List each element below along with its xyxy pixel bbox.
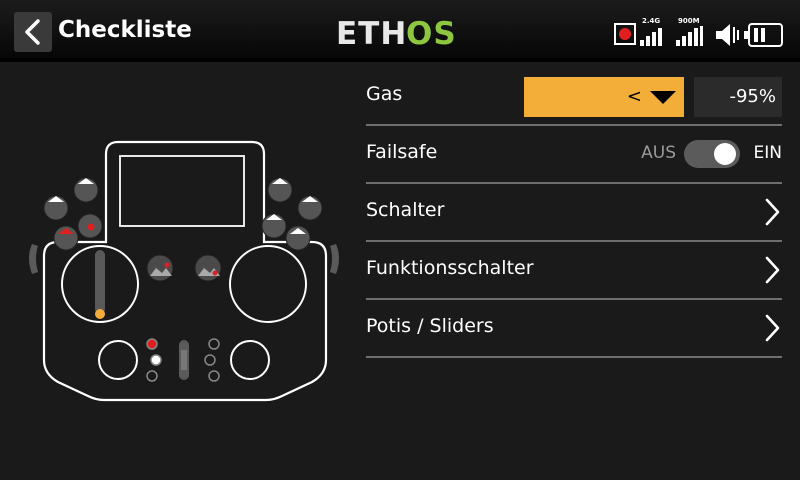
chevron-right-icon (765, 198, 780, 226)
row-failsafe: Failsafe AUS EIN (366, 126, 782, 184)
right-side-button (330, 244, 339, 274)
switch-sd (53, 225, 79, 251)
ethos-logo: ETH OS (336, 16, 457, 48)
gas-value-text: -95% (729, 86, 776, 107)
top-bar: Checkliste ETH OS 2.4G 900M (0, 0, 800, 62)
right-gimbal (229, 245, 307, 323)
throttle-track (95, 250, 105, 314)
gas-value-field[interactable]: -95% (694, 77, 782, 117)
switch-sa (73, 177, 99, 203)
row-funktionsschalter[interactable]: Funktionsschalter (366, 242, 782, 300)
chevron-right-icon (765, 314, 780, 342)
throttle-position-dot (95, 309, 105, 319)
failsafe-toggle[interactable] (684, 140, 740, 168)
row-gas: Gas < -95% (366, 68, 782, 126)
gas-condition-value: < (626, 86, 642, 107)
gas-label: Gas (366, 83, 403, 105)
row-potis-sliders[interactable]: Potis / Sliders (366, 300, 782, 358)
pot-right (194, 254, 222, 282)
rssi-24-label: 2.4G (642, 17, 661, 25)
right-trim-wheel (230, 340, 270, 380)
radio-illustration (29, 140, 339, 402)
switch-sc (77, 213, 103, 239)
signal-900m-icon (676, 26, 703, 46)
funktionsschalter-label: Funktionsschalter (366, 257, 534, 279)
back-button[interactable] (14, 12, 52, 52)
page-title: Checkliste (58, 17, 192, 43)
toggle-on-label: EIN (753, 143, 782, 163)
status-icons: 2.4G 900M (612, 14, 792, 50)
pot-left (146, 254, 174, 282)
header-divider (0, 58, 800, 62)
row-schalter[interactable]: Schalter (366, 184, 782, 242)
toggle-off-label: AUS (641, 143, 676, 163)
toggle-knob (714, 143, 736, 165)
logo-text-green: OS (406, 16, 457, 48)
potis-sliders-label: Potis / Sliders (366, 315, 494, 337)
gas-condition-select[interactable]: < (524, 77, 684, 117)
chevron-right-icon (765, 256, 780, 284)
signal-2-4g-icon (640, 28, 662, 46)
radio-screen (119, 155, 245, 227)
logo-text-white: ETH (336, 16, 407, 48)
switch-se (267, 177, 293, 203)
left-trim-wheel (98, 340, 138, 380)
center-slider-knob (181, 350, 187, 370)
switch-sh (285, 225, 311, 251)
dropdown-arrow-icon (650, 91, 676, 104)
speaker-icon (716, 24, 739, 46)
battery-icon (744, 23, 783, 47)
switch-sb (43, 195, 69, 221)
left-3pos-indicator (146, 338, 162, 382)
left-side-button (29, 244, 38, 274)
schalter-label: Schalter (366, 199, 445, 221)
failsafe-label: Failsafe (366, 141, 438, 163)
record-icon (614, 23, 636, 45)
rssi-900-label: 900M (678, 17, 700, 25)
switch-sg (261, 213, 287, 239)
right-3pos-indicator (204, 338, 220, 382)
chevron-left-icon (25, 19, 40, 45)
switch-sf (297, 195, 323, 221)
